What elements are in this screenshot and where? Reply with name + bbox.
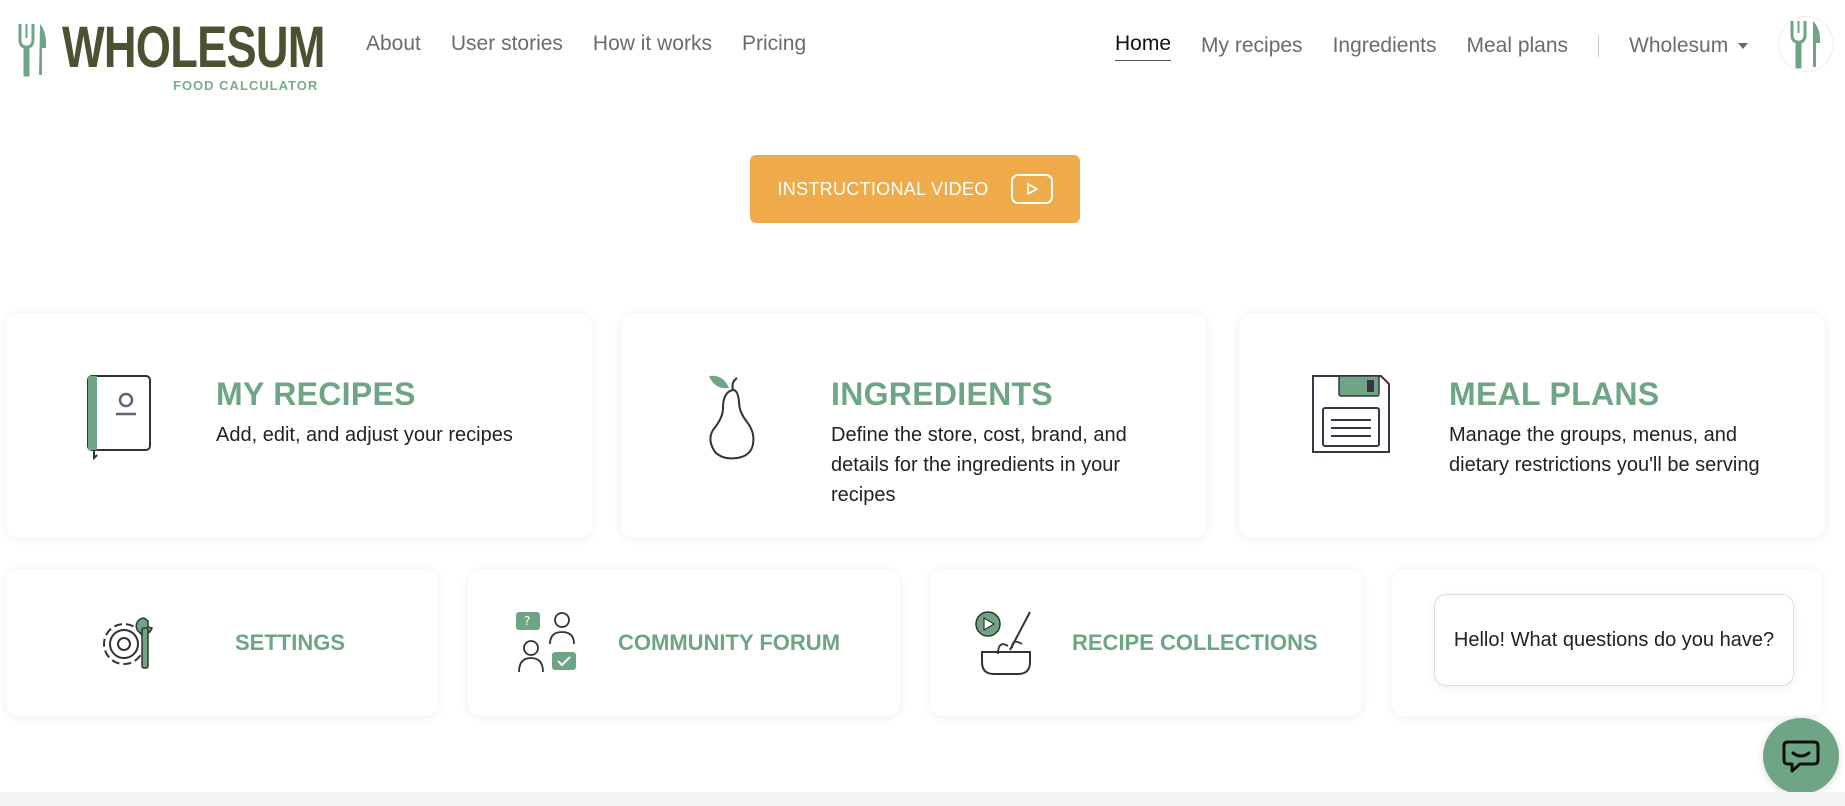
logo[interactable]: WHOLESUM FOOD CALCULATOR	[18, 16, 328, 96]
nav-user-stories[interactable]: User stories	[451, 30, 563, 58]
whisk-bowl-icon	[975, 611, 1031, 675]
gear-wrench-icon	[103, 617, 153, 669]
chat-icon	[1782, 740, 1820, 773]
card-description: Define the store, cost, brand, and detai…	[831, 424, 1127, 506]
nav-pricing[interactable]: Pricing	[742, 30, 806, 58]
chevron-down-icon	[1738, 42, 1749, 49]
account-label: Wholesum	[1629, 33, 1729, 57]
nav-about[interactable]: About	[366, 30, 421, 58]
card-description: Add, edit, and adjust your recipes	[216, 424, 513, 446]
app-nav: Home My recipes Ingredients Meal plans W…	[1115, 30, 1749, 61]
nav-meal-plans[interactable]: Meal plans	[1466, 32, 1568, 60]
card-title: RECIPE COLLECTIONS	[1072, 630, 1318, 655]
card-title: MEAL PLANS	[1449, 376, 1660, 412]
card-my-recipes[interactable]: MY RECIPES Add, edit, and adjust your re…	[6, 314, 592, 538]
nav-divider	[1598, 34, 1600, 57]
play-icon	[1010, 174, 1053, 204]
svg-text:?: ?	[524, 614, 530, 628]
pear-icon	[709, 375, 755, 460]
card-title: SETTINGS	[235, 630, 346, 655]
instructional-video-button[interactable]: INSTRUCTIONAL VIDEO	[750, 155, 1080, 223]
video-button-label: INSTRUCTIONAL VIDEO	[777, 178, 989, 199]
recipe-book-icon	[87, 375, 151, 461]
card-community-forum[interactable]: ? COMMUNITY FORUM	[468, 570, 900, 716]
card-title: INGREDIENTS	[831, 376, 1053, 412]
chat-launcher-button[interactable]	[1763, 718, 1839, 794]
nav-home[interactable]: Home	[1115, 30, 1172, 61]
primary-nav: About User stories How it works Pricing	[366, 30, 836, 58]
fork-knife-icon	[1790, 21, 1821, 69]
community-people-icon: ?	[516, 612, 576, 673]
card-title: MY RECIPES	[216, 376, 416, 412]
brand-name: WHOLESUM	[62, 15, 325, 80]
card-title: COMMUNITY FORUM	[618, 630, 841, 655]
card-settings[interactable]: SETTINGS	[6, 570, 438, 716]
header: WHOLESUM FOOD CALCULATOR About User stor…	[0, 0, 1845, 100]
footer-strip	[0, 792, 1845, 806]
card-description: Manage the groups, menus, and dietary re…	[1449, 424, 1760, 476]
nav-my-recipes[interactable]: My recipes	[1201, 32, 1303, 60]
nav-ingredients[interactable]: Ingredients	[1333, 32, 1437, 60]
card-ingredients[interactable]: INGREDIENTS Define the store, cost, bran…	[621, 314, 1207, 538]
card-meal-plans[interactable]: MEAL PLANS Manage the groups, menus, and…	[1239, 314, 1825, 538]
floppy-disk-icon	[1312, 375, 1390, 453]
fork-knife-icon	[18, 24, 47, 77]
card-recipe-collections[interactable]: RECIPE COLLECTIONS	[930, 570, 1362, 716]
chat-greeting-bubble[interactable]: Hello! What questions do you have?	[1434, 594, 1794, 686]
chat-greeting-text: Hello! What questions do you have?	[1453, 628, 1775, 651]
avatar[interactable]	[1778, 16, 1834, 72]
account-dropdown[interactable]: Wholesum	[1629, 33, 1749, 58]
brand-tagline: FOOD CALCULATOR	[173, 78, 319, 93]
nav-how-it-works[interactable]: How it works	[593, 30, 712, 58]
